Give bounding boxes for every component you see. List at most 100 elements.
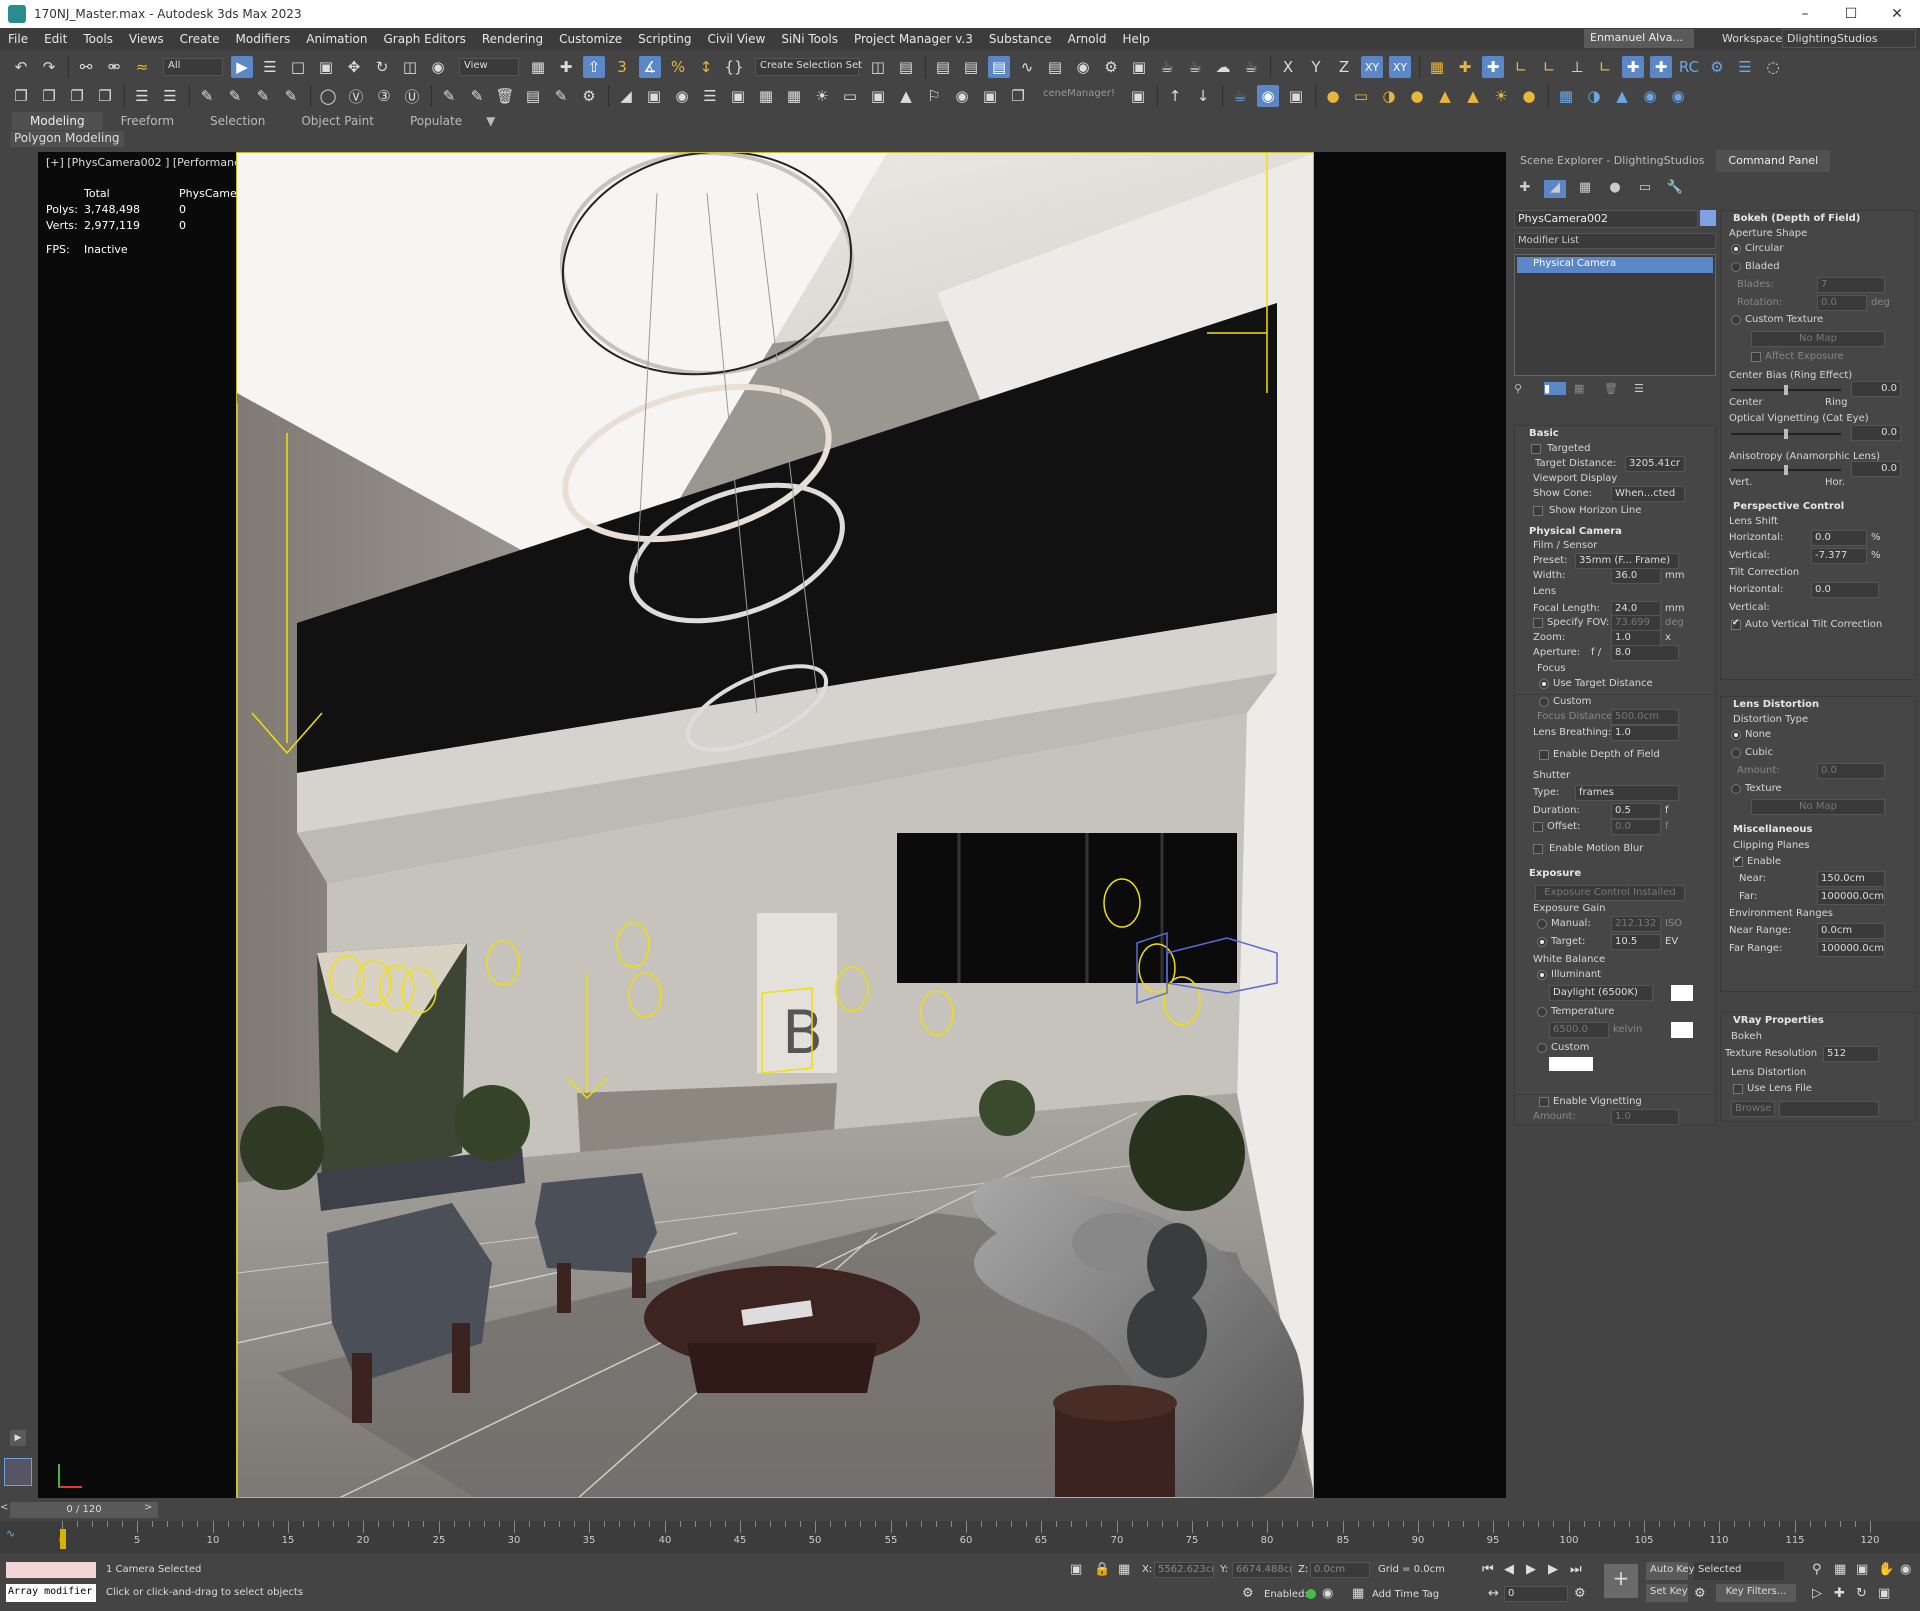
use-lens-file-checkbox[interactable] [1733, 1084, 1743, 1094]
copy-icon[interactable]: ❐ [10, 85, 32, 107]
modify-tab-icon[interactable]: ◢ [1544, 180, 1566, 198]
width-field[interactable]: 36.0 [1611, 568, 1661, 584]
camera-render-frame[interactable]: B [236, 152, 1314, 1498]
maxscript-listener-input[interactable] [6, 1562, 96, 1578]
align-left-icon[interactable]: ☰ [699, 85, 721, 107]
bind-space-warp-icon[interactable]: ≈ [131, 56, 153, 78]
zoom-extents-icon[interactable]: ▣ [1856, 1562, 1868, 1577]
isolate-icon[interactable]: ▣ [1070, 1562, 1082, 1577]
vray-scatter-icon[interactable]: ▲ [1611, 85, 1633, 107]
time-tag-lock-icon[interactable]: ◉ [1322, 1586, 1333, 1601]
redo-icon[interactable]: ↷ [38, 56, 60, 78]
pin-icon[interactable]: ▲ [895, 85, 917, 107]
vray-sun-icon[interactable]: ☀ [1490, 85, 1512, 107]
mini-curve-editor-icon[interactable]: ∿ [6, 1527, 15, 1540]
utilities-tab-icon[interactable]: 🔧 [1664, 180, 1686, 198]
exposure-control-button[interactable]: Exposure Control Installed [1535, 885, 1685, 901]
render-setup-icon[interactable]: ⚙ [1100, 56, 1122, 78]
duration-field[interactable]: 0.5 [1611, 803, 1661, 819]
menu-file[interactable]: File [0, 32, 36, 46]
shutter-type-dropdown[interactable]: frames [1575, 785, 1679, 801]
key-mode-icon[interactable]: ↔ [1488, 1586, 1499, 1601]
enable-motion-blur-checkbox[interactable] [1533, 844, 1543, 854]
previous-frame-icon[interactable]: ◀ [1504, 1562, 1514, 1577]
lens-file-path-field[interactable] [1779, 1101, 1879, 1117]
temperature-color-swatch[interactable] [1671, 1022, 1693, 1038]
set-key-big-icon[interactable]: + [1604, 1564, 1638, 1598]
offset-field[interactable]: 0.0 [1611, 819, 1661, 835]
tool-a-icon[interactable]: ✎ [196, 85, 218, 107]
align-icon[interactable]: ▤ [895, 56, 917, 78]
enabled-indicator-icon[interactable] [1306, 1589, 1316, 1599]
circular-radio[interactable] [1731, 244, 1741, 254]
pin-stack-icon[interactable]: ⚲ [1514, 382, 1536, 395]
menu-sini-tools[interactable]: SiNi Tools [773, 32, 846, 46]
focus-distance-field[interactable]: 500.0cm [1611, 709, 1679, 725]
illuminant-dropdown[interactable]: Daylight (6500K) [1549, 985, 1653, 1001]
snap-edge-icon[interactable]: ∟ [1510, 56, 1532, 78]
selection-filter-dropdown[interactable]: All [163, 58, 223, 76]
track-bar[interactable]: ∿ 05101520253035404550556065707580859095… [0, 1521, 1920, 1553]
angle-snap-icon[interactable]: ∡ [639, 56, 661, 78]
custom-focus-radio[interactable] [1539, 697, 1549, 707]
rendered-frame-icon[interactable]: ▣ [1128, 56, 1150, 78]
object-color-swatch[interactable] [1700, 210, 1716, 226]
vray-properties-title[interactable]: VRay Properties [1733, 1015, 1824, 1026]
near-field[interactable]: 150.0cm [1817, 871, 1885, 887]
ribbon-options-icon[interactable]: ▼ [480, 112, 501, 130]
illuminant-color-swatch[interactable] [1671, 985, 1693, 1001]
set-key-button[interactable]: Set Key [1646, 1584, 1688, 1602]
lens-distortion-title[interactable]: Lens Distortion [1733, 699, 1819, 710]
vignetting-amount-field[interactable]: 1.0 [1611, 1109, 1679, 1125]
tag-icon[interactable]: ◢ [615, 85, 637, 107]
physical-camera-title[interactable]: Physical Camera [1529, 526, 1622, 537]
snap-mid-icon[interactable]: ∟ [1594, 56, 1616, 78]
trash-icon[interactable]: 🗑 [494, 85, 516, 107]
vray-cone-icon[interactable]: ▲ [1462, 85, 1484, 107]
axis-y-button[interactable]: Y [1305, 56, 1327, 78]
paint-icon[interactable]: ✎ [550, 85, 572, 107]
vray-sky-icon[interactable]: ● [1518, 85, 1540, 107]
vray-ies-icon[interactable]: ▲ [1434, 85, 1456, 107]
key-filters-button[interactable]: Key Filters... [1716, 1584, 1796, 1602]
settings-icon[interactable]: ⚙ [578, 85, 600, 107]
tab-freeform[interactable]: Freeform [103, 112, 192, 130]
toggle-ribbon-icon[interactable]: ▤ [988, 56, 1010, 78]
orbit-sub-icon[interactable]: ↻ [1856, 1586, 1867, 1601]
center-bias-field[interactable]: 0.0 [1851, 381, 1901, 397]
adaptive-degradation-icon[interactable]: ⚙ [1242, 1586, 1254, 1601]
tab-command-panel[interactable]: Command Panel [1716, 150, 1831, 172]
maxscript-listener-output[interactable]: Array modifier [6, 1584, 96, 1602]
temperature-field[interactable]: 6500.0 [1549, 1022, 1609, 1038]
custom-wb-color-swatch[interactable] [1549, 1057, 1593, 1071]
custom-texture-radio[interactable] [1731, 315, 1741, 325]
mirror-icon[interactable]: ◫ [867, 56, 889, 78]
rc-icon[interactable]: RC [1678, 56, 1700, 78]
clone-icon[interactable]: ❐ [66, 85, 88, 107]
car-icon[interactable]: ▣ [643, 85, 665, 107]
menu-scripting[interactable]: Scripting [630, 32, 699, 46]
material-editor-icon[interactable]: ◉ [1072, 56, 1094, 78]
flag-icon[interactable]: ⚐ [923, 85, 945, 107]
rotation-field[interactable]: 0.0 [1817, 295, 1867, 311]
viewport[interactable]: [+] [PhysCamera002 ] [Performance ] [Def… [38, 152, 1506, 1498]
circle-tool-icon[interactable]: ◯ [317, 85, 339, 107]
snap-grid-icon[interactable]: ▦ [1426, 56, 1448, 78]
snap-face-icon[interactable]: ∟ [1538, 56, 1560, 78]
distortion-texture-radio[interactable] [1731, 784, 1741, 794]
optical-vignetting-field[interactable]: 0.0 [1851, 425, 1901, 441]
motion-tab-icon[interactable]: ● [1604, 180, 1626, 198]
list-icon[interactable]: ☰ [1734, 56, 1756, 78]
close-button[interactable]: ✕ [1874, 0, 1920, 28]
hatch-icon[interactable]: ▤ [522, 85, 544, 107]
bladed-radio[interactable] [1731, 262, 1741, 272]
menu-views[interactable]: Views [121, 32, 172, 46]
menu-civil-view[interactable]: Civil View [700, 32, 774, 46]
enable-dof-checkbox[interactable] [1539, 750, 1549, 760]
zoom-icon[interactable]: ⚲ [1812, 1562, 1822, 1577]
tool-d-icon[interactable]: ✎ [280, 85, 302, 107]
zoom-field[interactable]: 1.0 [1611, 630, 1661, 646]
vray-proxy-icon[interactable]: ◑ [1583, 85, 1605, 107]
lens-breathing-field[interactable]: 1.0 [1611, 725, 1679, 741]
rotate-icon[interactable]: ↻ [371, 56, 393, 78]
